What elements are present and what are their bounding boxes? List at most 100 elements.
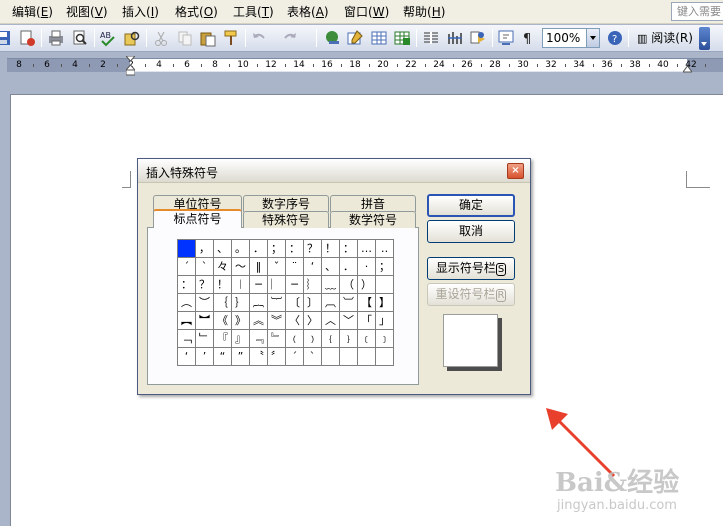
- symbol-cell[interactable]: ‥: [375, 239, 394, 258]
- show-symbol-bar-button[interactable]: 显示符号栏 S: [427, 257, 515, 280]
- menu-tools[interactable]: 工具(T): [231, 3, 276, 21]
- symbol-cell[interactable]: ？: [303, 239, 322, 258]
- pilcrow-icon[interactable]: ¶: [520, 29, 538, 47]
- menu-format[interactable]: 格式(O): [173, 3, 220, 21]
- symbol-cell[interactable]: ；: [267, 239, 286, 258]
- symbol-cell[interactable]: ﹙: [285, 329, 304, 348]
- paste-icon[interactable]: [199, 29, 217, 47]
- symbol-cell[interactable]: ︷: [249, 293, 268, 312]
- copy-icon[interactable]: [176, 29, 194, 47]
- symbol-cell[interactable]: （: [339, 275, 358, 294]
- save-icon[interactable]: [0, 29, 12, 47]
- symbol-cell[interactable]: [339, 347, 358, 366]
- tab-pinyin[interactable]: 拼音: [330, 195, 416, 212]
- symbol-cell[interactable]: 「: [357, 311, 376, 330]
- symbol-cell[interactable]: ︻: [177, 311, 196, 330]
- symbol-cell[interactable]: ˇ: [267, 257, 286, 276]
- symbol-cell[interactable]: ）: [357, 275, 376, 294]
- symbol-cell[interactable]: 》: [231, 311, 250, 330]
- symbol-cell[interactable]: ︼: [195, 311, 214, 330]
- reset-symbol-bar-button[interactable]: 重设符号栏 R: [427, 283, 515, 306]
- symbol-cell[interactable]: ˋ: [303, 347, 322, 366]
- symbol-cell[interactable]: ．: [249, 239, 268, 258]
- symbol-cell[interactable]: ︸: [267, 293, 286, 312]
- symbol-cell[interactable]: 《: [213, 311, 232, 330]
- symbol-cell[interactable]: 〉: [303, 311, 322, 330]
- document-map-icon[interactable]: [469, 29, 487, 47]
- columns-icon[interactable]: [422, 29, 440, 47]
- symbol-cell[interactable]: ¨: [285, 257, 304, 276]
- symbol-cell[interactable]: ：: [177, 275, 196, 294]
- permission-icon[interactable]: [18, 29, 36, 47]
- help-icon[interactable]: ?: [606, 29, 624, 47]
- symbol-cell[interactable]: ‘: [177, 347, 196, 366]
- symbol-cell[interactable]: ─: [285, 275, 304, 294]
- symbol-cell[interactable]: ︺: [339, 293, 358, 312]
- symbol-cell[interactable]: ﹜: [339, 329, 358, 348]
- symbol-cell[interactable]: [321, 347, 340, 366]
- symbol-cell[interactable]: ︴: [303, 275, 322, 294]
- symbol-cell[interactable]: 々: [213, 257, 232, 276]
- menu-window[interactable]: 窗口(W): [342, 3, 391, 21]
- menu-edit[interactable]: 编辑(E): [10, 3, 55, 21]
- symbol-cell[interactable]: 〔: [285, 293, 304, 312]
- symbol-cell[interactable]: ˊ: [285, 347, 304, 366]
- symbol-cell[interactable]: ·: [357, 257, 376, 276]
- symbol-cell[interactable]: ︶: [195, 293, 214, 312]
- insert-excel-icon[interactable]: [393, 29, 411, 47]
- symbol-cell[interactable]: 」: [375, 311, 394, 330]
- format-painter-icon[interactable]: [222, 29, 240, 47]
- symbol-cell[interactable]: ：: [285, 239, 304, 258]
- chevron-down-icon[interactable]: [586, 29, 599, 47]
- drawing-icon[interactable]: [446, 29, 464, 47]
- symbol-cell[interactable]: ﹁: [177, 329, 196, 348]
- symbol-cell[interactable]: ─: [249, 275, 268, 294]
- symbol-cell[interactable]: ﹃: [249, 329, 268, 348]
- menu-help[interactable]: 帮助(H): [401, 3, 447, 21]
- undo-icon[interactable]: [250, 29, 268, 47]
- symbol-cell[interactable]: ！: [321, 239, 340, 258]
- show-hide-icon[interactable]: [497, 29, 515, 47]
- spelling-icon[interactable]: AB: [99, 29, 117, 47]
- symbol-cell[interactable]: ｝: [231, 293, 250, 312]
- symbol-cell[interactable]: 』: [231, 329, 250, 348]
- symbol-cell[interactable]: ︿: [321, 311, 340, 330]
- hyperlink-icon[interactable]: [323, 29, 341, 47]
- read-button[interactable]: ▥ 阅读(R): [634, 29, 696, 48]
- symbol-cell[interactable]: ﹄: [267, 329, 286, 348]
- symbol-cell[interactable]: ︳: [267, 275, 286, 294]
- symbol-cell[interactable]: ，: [195, 239, 214, 258]
- symbol-cell[interactable]: ﹛: [321, 329, 340, 348]
- right-indent-icon[interactable]: [683, 63, 692, 73]
- symbol-cell[interactable]: ‘: [303, 257, 322, 276]
- help-search-input[interactable]: 键入需要: [671, 2, 723, 21]
- ok-button[interactable]: 确定: [427, 194, 515, 217]
- symbol-cell[interactable]: ：: [339, 239, 358, 258]
- symbol-cell[interactable]: ˊ: [177, 257, 196, 276]
- print-preview-icon[interactable]: [71, 29, 89, 47]
- symbol-cell[interactable]: [375, 275, 394, 294]
- research-icon[interactable]: [123, 29, 141, 47]
- menu-table[interactable]: 表格(A): [285, 3, 331, 21]
- zoom-select[interactable]: 100%: [542, 28, 600, 48]
- tab-math-symbols[interactable]: 数学符号: [330, 211, 416, 228]
- symbol-cell[interactable]: ；: [375, 257, 394, 276]
- symbol-cell[interactable]: ﹀: [339, 311, 358, 330]
- cut-icon[interactable]: [152, 29, 170, 47]
- redo-icon[interactable]: [281, 29, 299, 47]
- symbol-cell[interactable]: ︽: [249, 311, 268, 330]
- symbol-cell[interactable]: ︵: [177, 293, 196, 312]
- insert-table-icon[interactable]: [370, 29, 388, 47]
- symbol-cell[interactable]: 〝: [249, 347, 268, 366]
- symbol-cell[interactable]: ︹: [321, 293, 340, 312]
- symbol-cell[interactable]: ˋ: [195, 257, 214, 276]
- symbol-cell[interactable]: 〈: [285, 311, 304, 330]
- symbol-cell[interactable]: ﹂: [195, 329, 214, 348]
- tab-numeric-symbols[interactable]: 数字序号: [243, 195, 329, 212]
- symbol-cell[interactable]: 〕: [303, 293, 322, 312]
- tab-special-symbols[interactable]: 特殊符号: [243, 211, 329, 228]
- symbol-cell[interactable]: 〞: [267, 347, 286, 366]
- symbol-cell[interactable]: ‖: [249, 257, 268, 276]
- first-line-indent-icon[interactable]: [126, 56, 135, 76]
- symbol-cell[interactable]: ”: [231, 347, 250, 366]
